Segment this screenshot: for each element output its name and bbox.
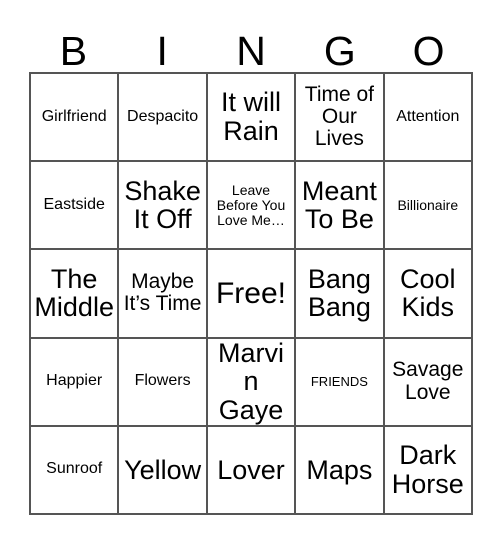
bingo-cell-i5[interactable]: Yellow <box>119 426 208 515</box>
bingo-cell-label: Happier <box>46 372 103 390</box>
bingo-cell-label: Maps <box>306 454 373 485</box>
bingo-cell-label: Eastside <box>43 195 105 213</box>
bingo-cell-i3[interactable]: Maybe It’s Time <box>119 250 208 339</box>
bingo-cell-o1[interactable]: Attention <box>384 74 473 163</box>
bingo-cell-label: Savage Love <box>392 358 464 404</box>
bingo-cell-label: Despacito <box>127 107 199 125</box>
bingo-cell-b2[interactable]: Eastside <box>31 162 120 251</box>
bingo-grid: Girlfriend Despacito It will Rain Time o… <box>29 72 473 515</box>
bingo-cell-b3[interactable]: The Middle <box>31 250 120 339</box>
bingo-free-space-label: Free! <box>215 276 286 310</box>
bingo-cell-g5[interactable]: Maps <box>296 426 385 515</box>
bingo-cell-label: Billionaire <box>397 196 459 213</box>
bingo-cell-label: Lover <box>217 454 285 485</box>
bingo-cell-label: Time of Our Lives <box>304 82 374 151</box>
bingo-cell-i2[interactable]: Shake It Off <box>119 162 208 251</box>
bingo-header-letter-i: I <box>156 28 168 74</box>
bingo-header-letter-n: N <box>236 28 266 74</box>
bingo-cell-g4[interactable]: FRIENDS <box>296 338 385 427</box>
bingo-cell-label: Sunroof <box>46 460 103 478</box>
bingo-cell-label: Girlfriend <box>41 107 107 125</box>
bingo-cell-free-space[interactable]: Free! <box>207 250 297 339</box>
bingo-cell-n5[interactable]: Lover <box>207 426 297 515</box>
bingo-card: B I N G O Girlfriend Despacito It will R… <box>0 0 500 544</box>
bingo-cell-b5[interactable]: Sunroof <box>31 426 120 515</box>
bingo-cell-label: Maybe It’s Time <box>123 270 202 316</box>
bingo-cell-label: Cool Kids <box>400 263 456 323</box>
bingo-cell-n2[interactable]: Leave Before You Love Me… <box>207 162 297 251</box>
bingo-cell-label: Bang Bang <box>307 263 371 323</box>
bingo-cell-g3[interactable]: Bang Bang <box>296 250 385 339</box>
bingo-header: B I N G O <box>29 18 473 72</box>
bingo-header-letter-o: O <box>412 28 445 74</box>
bingo-cell-i1[interactable]: Despacito <box>119 74 208 163</box>
bingo-cell-g1[interactable]: Time of Our Lives <box>296 74 385 163</box>
bingo-cell-o4[interactable]: Savage Love <box>384 338 473 427</box>
bingo-cell-o5[interactable]: Dark Horse <box>384 426 473 515</box>
bingo-cell-label: Attention <box>396 107 460 125</box>
bingo-cell-label: Yellow <box>124 454 202 485</box>
bingo-header-letter-g: G <box>323 28 356 74</box>
bingo-cell-o3[interactable]: Cool Kids <box>384 250 473 339</box>
bingo-cell-b1[interactable]: Girlfriend <box>31 74 120 163</box>
bingo-cell-b4[interactable]: Happier <box>31 338 120 427</box>
bingo-header-letter-b: B <box>59 28 88 74</box>
bingo-cell-n1[interactable]: It will Rain <box>207 74 297 163</box>
bingo-cell-i4[interactable]: Flowers <box>119 338 208 427</box>
bingo-cell-g2[interactable]: Meant To Be <box>296 162 385 251</box>
bingo-cell-label: It will Rain <box>220 87 281 147</box>
bingo-cell-label: Dark Horse <box>391 440 464 499</box>
bingo-cell-label: Flowers <box>134 372 191 390</box>
bingo-cell-label: Leave Before You Love Me… <box>216 182 286 228</box>
bingo-cell-label: Shake It Off <box>124 175 201 235</box>
bingo-cell-label: Marvin Gaye <box>217 338 284 425</box>
bingo-cell-label: FRIENDS <box>310 373 368 389</box>
bingo-cell-n4[interactable]: Marvin Gaye <box>207 338 297 427</box>
bingo-cell-label: Meant To Be <box>301 175 377 235</box>
bingo-cell-o2[interactable]: Billionaire <box>384 162 473 251</box>
bingo-cell-label: The Middle <box>34 263 114 323</box>
